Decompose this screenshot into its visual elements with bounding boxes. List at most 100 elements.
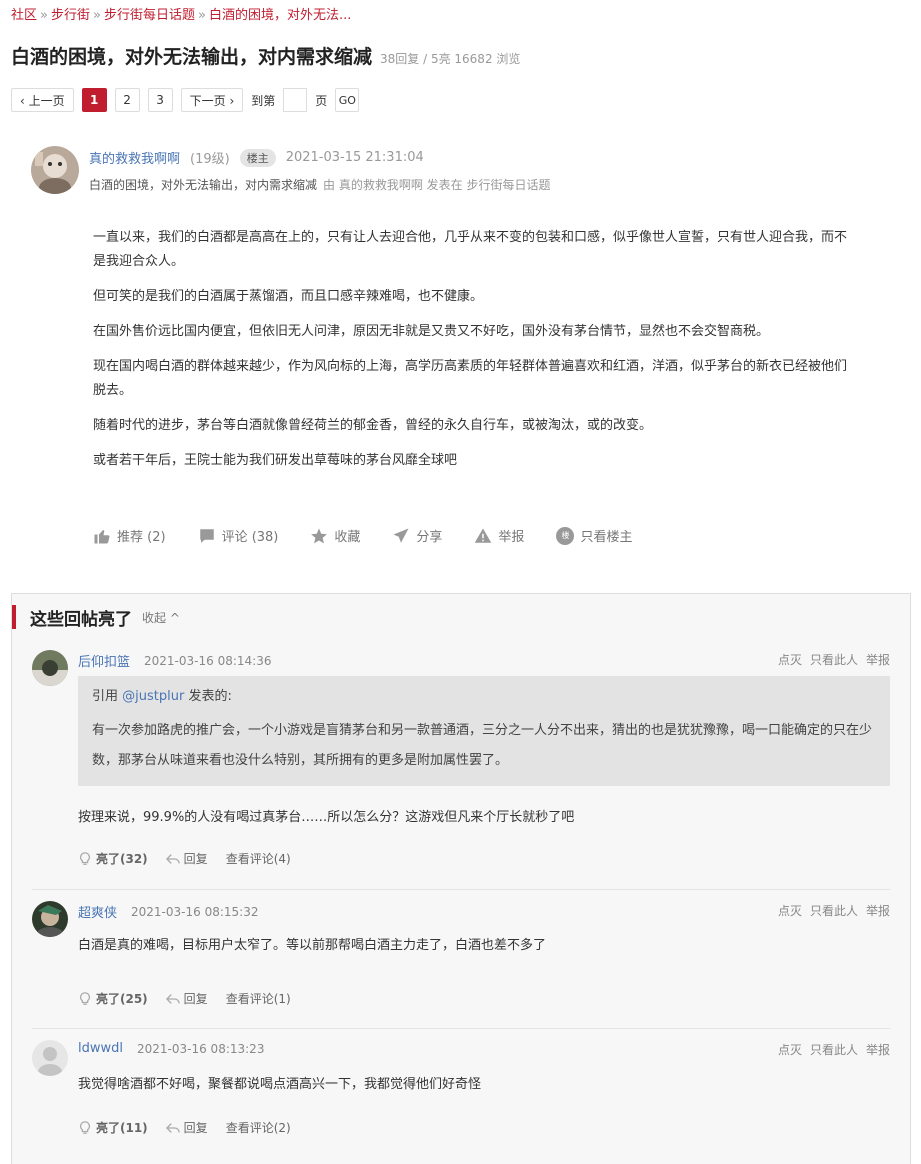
go-button[interactable]: GO xyxy=(335,88,360,112)
next-page-button[interactable]: 下一页 › xyxy=(180,88,244,112)
only-op-button[interactable]: 楼 只看楼主 xyxy=(556,526,632,545)
reply-item: 超爽侠 2021-03-16 08:15:32 点灭 只看此人 举报 白酒是真的… xyxy=(32,901,890,1011)
thread-title: 白酒的困境，对外无法输出，对内需求缩减 xyxy=(11,46,373,68)
report-reply-button[interactable]: 举报 xyxy=(866,1041,890,1058)
view-comments-link[interactable]: 查看评论(4) xyxy=(226,850,291,867)
warning-icon xyxy=(475,528,492,543)
reply-avatar[interactable] xyxy=(32,1040,68,1076)
recommend-label: 推荐 (2) xyxy=(117,530,166,545)
reply-label: 回复 xyxy=(183,992,208,1006)
reply-avatar[interactable] xyxy=(32,650,68,686)
reply-button[interactable]: 回复 xyxy=(165,1119,208,1136)
reply-author[interactable]: ldwwdl xyxy=(78,1041,123,1056)
op-avatar[interactable] xyxy=(31,146,79,194)
pagination: ‹ 上一页 1 2 3 下一页 › 到第 页 GO xyxy=(11,88,360,112)
dim-button[interactable]: 点灭 xyxy=(778,902,802,919)
thread-stats: 38回复 / 5亮 16682 浏览 xyxy=(380,52,521,66)
reply-arrow-icon xyxy=(165,993,180,1004)
reply-text: 我觉得啥酒都不好喝，聚餐都说喝点酒高兴一下，我都觉得他们好奇怪 xyxy=(78,1077,482,1092)
op-paragraph: 但可笑的是我们的白酒属于蒸馏酒，而且口感辛辣难喝，也不健康。 xyxy=(93,289,484,304)
op-author-name[interactable]: 真的救救我啊啊 xyxy=(89,148,180,167)
reply-text: 按理来说，99.9%的人没有喝过真茅台……所以怎么分？这游戏但凡来个厅长就秒了吧 xyxy=(78,810,575,825)
page-1-button[interactable]: 1 xyxy=(81,88,107,112)
light-button[interactable]: 亮了(11) xyxy=(78,1119,148,1136)
breadcrumb: 社区» 步行街» 步行街每日话题» 白酒的困境，对外无法... xyxy=(11,4,351,23)
share-icon xyxy=(393,528,409,543)
comment-button[interactable]: 评论 (38) xyxy=(198,526,278,545)
op-badge: 楼主 xyxy=(239,148,276,167)
reply-arrow-icon xyxy=(165,853,180,864)
breadcrumb-bxj[interactable]: 步行街 xyxy=(51,8,90,23)
reply-author[interactable]: 超爽侠 xyxy=(78,902,117,921)
favorite-button[interactable]: 收藏 xyxy=(310,526,360,545)
goto-page-input[interactable] xyxy=(283,88,308,112)
reply-time: 2021-03-16 08:13:23 xyxy=(137,1041,265,1056)
op-action-bar: 推荐 (2) 评论 (38) 收藏 分享 举报 楼 只看楼主 xyxy=(93,526,632,545)
op-paragraph: 或者若干年后，王院士能为我们研发出草莓味的茅台风靡全球吧 xyxy=(93,453,458,468)
quoted-post: 引用 @justplur 发表的: 有一次参加路虎的推广会，一个小游戏是盲猜茅台… xyxy=(78,676,890,786)
divider xyxy=(32,1028,890,1029)
goto-label: 到第 xyxy=(251,93,276,108)
breadcrumb-sep: » xyxy=(40,8,48,23)
page-2-button[interactable]: 2 xyxy=(114,88,140,112)
report-button[interactable]: 举报 xyxy=(474,526,524,545)
breadcrumb-current[interactable]: 白酒的困境，对外无法... xyxy=(209,8,351,23)
op-paragraph: 现在国内喝白酒的群体越来越少，作为风向标的上海，高学历高素质的年轻群体普遍喜欢和… xyxy=(93,359,848,398)
breadcrumb-sep: » xyxy=(93,8,101,23)
breadcrumb-sep: » xyxy=(197,8,206,23)
prev-page-button[interactable]: ‹ 上一页 xyxy=(11,88,74,112)
quote-user-link[interactable]: @justplur xyxy=(122,689,184,704)
light-count: 亮了(11) xyxy=(96,1121,148,1135)
op-only-icon: 楼 xyxy=(556,526,575,545)
comment-icon xyxy=(199,528,214,543)
light-count: 亮了(25) xyxy=(96,992,148,1006)
hot-replies-header: 这些回帖亮了 收起 ^ xyxy=(12,604,180,630)
view-comments-link[interactable]: 查看评论(2) xyxy=(226,1119,291,1136)
op-body: 一直以来，我们的白酒都是高高在上的，只有让人去迎合他，几乎从来不变的包装和口感，… xyxy=(93,226,848,484)
fold-toggle[interactable]: 收起 ^ xyxy=(142,609,180,626)
dim-button[interactable]: 点灭 xyxy=(778,1041,802,1058)
reply-time: 2021-03-16 08:14:36 xyxy=(144,653,272,668)
op-subtitle: 白酒的困境，对外无法输出，对内需求缩减 xyxy=(89,178,318,192)
reply-button[interactable]: 回复 xyxy=(165,990,208,1007)
lightbulb-icon xyxy=(80,991,90,1005)
reply-author[interactable]: 后仰扣篮 xyxy=(78,651,130,670)
reply-avatar[interactable] xyxy=(32,901,68,937)
light-count: 亮了(32) xyxy=(96,852,148,866)
op-subtitle-row: 白酒的困境，对外无法输出，对内需求缩减由 真的救救我啊啊 发表在 步行街每日话题 xyxy=(89,176,550,193)
op-post-time: 2021-03-15 21:31:04 xyxy=(285,150,424,165)
page-unit-label: 页 xyxy=(315,93,328,108)
only-this-user-button[interactable]: 只看此人 xyxy=(810,651,858,668)
reply-ops: 点灭 只看此人 举报 xyxy=(778,651,890,668)
hot-replies-title: 这些回帖亮了 xyxy=(30,609,132,630)
op-paragraph: 随着时代的进步，茅台等白酒就像曾经荷兰的郁金香，曾经的永久自行车，或被淘汰，或的… xyxy=(93,418,653,433)
reply-footer: 亮了(25) 回复 查看评论(1) xyxy=(78,990,291,1007)
report-label: 举报 xyxy=(498,530,525,545)
quote-suffix: 发表的: xyxy=(184,689,232,704)
report-reply-button[interactable]: 举报 xyxy=(866,651,890,668)
reply-label: 回复 xyxy=(183,852,208,866)
breadcrumb-daily-topic[interactable]: 步行街每日话题 xyxy=(104,8,195,23)
light-button[interactable]: 亮了(32) xyxy=(78,850,148,867)
reply-text: 白酒是真的难喝，目标用户太窄了。等以前那帮喝白酒主力走了，白酒也差不多了 xyxy=(78,938,547,953)
dim-button[interactable]: 点灭 xyxy=(778,651,802,668)
accent-bar xyxy=(12,605,16,629)
op-posted-by: 由 真的救救我啊啊 发表在 步行街每日话题 xyxy=(323,178,551,192)
report-reply-button[interactable]: 举报 xyxy=(866,902,890,919)
share-button[interactable]: 分享 xyxy=(392,526,442,545)
page-3-button[interactable]: 3 xyxy=(147,88,173,112)
star-icon xyxy=(311,528,328,543)
reply-ops: 点灭 只看此人 举报 xyxy=(778,902,890,919)
breadcrumb-community[interactable]: 社区 xyxy=(11,8,37,23)
reply-button[interactable]: 回复 xyxy=(165,850,208,867)
lightbulb-icon xyxy=(80,851,90,865)
quote-header: 引用 @justplur 发表的: xyxy=(92,686,876,708)
divider xyxy=(32,889,890,890)
light-button[interactable]: 亮了(25) xyxy=(78,990,148,1007)
recommend-button[interactable]: 推荐 (2) xyxy=(93,526,166,545)
only-this-user-button[interactable]: 只看此人 xyxy=(810,902,858,919)
reply-arrow-icon xyxy=(165,1122,180,1133)
view-comments-link[interactable]: 查看评论(1) xyxy=(226,990,291,1007)
reply-footer: 亮了(11) 回复 查看评论(2) xyxy=(78,1119,291,1136)
only-this-user-button[interactable]: 只看此人 xyxy=(810,1041,858,1058)
